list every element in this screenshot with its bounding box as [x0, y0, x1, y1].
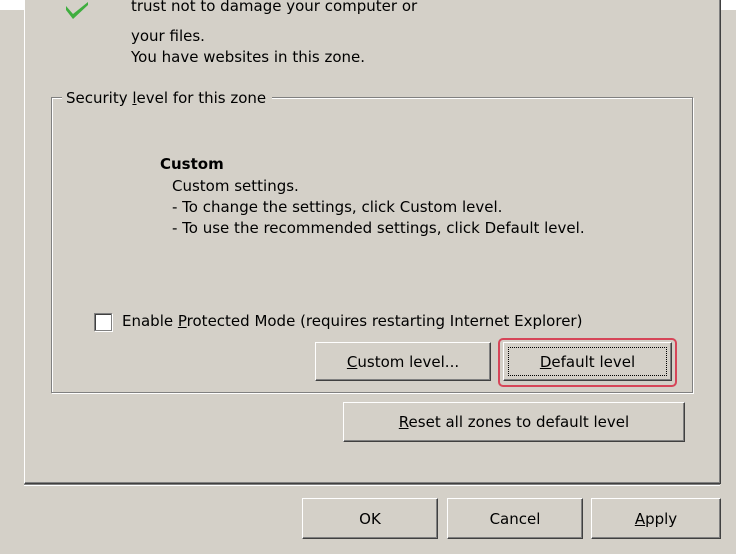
footer-divider [24, 484, 720, 486]
level-description-line: Custom settings. [172, 177, 299, 195]
level-description-line: - To use the recommended settings, click… [172, 219, 585, 237]
ok-button[interactable]: OK [302, 498, 438, 539]
custom-level-button[interactable]: Custom level... [315, 342, 491, 381]
security-level-legend: Security level for this zone [62, 88, 273, 108]
highlight-annotation [498, 338, 677, 387]
level-description-line: - To change the settings, click Custom l… [172, 198, 503, 216]
green-checkmark-icon [66, 2, 88, 19]
zone-description-line2: your files. [131, 27, 205, 45]
zone-description-line1: trust not to damage your computer or [131, 0, 418, 15]
reset-all-zones-button[interactable]: Reset all zones to default level [343, 402, 685, 442]
zone-description-line3: You have websites in this zone. [131, 48, 366, 66]
protected-mode-label[interactable]: Enable Protected Mode (requires restarti… [122, 311, 582, 332]
security-level-title: Custom [160, 155, 224, 173]
cancel-button[interactable]: Cancel [447, 498, 583, 539]
apply-button[interactable]: Apply [591, 498, 721, 539]
protected-mode-checkbox[interactable] [94, 313, 112, 331]
